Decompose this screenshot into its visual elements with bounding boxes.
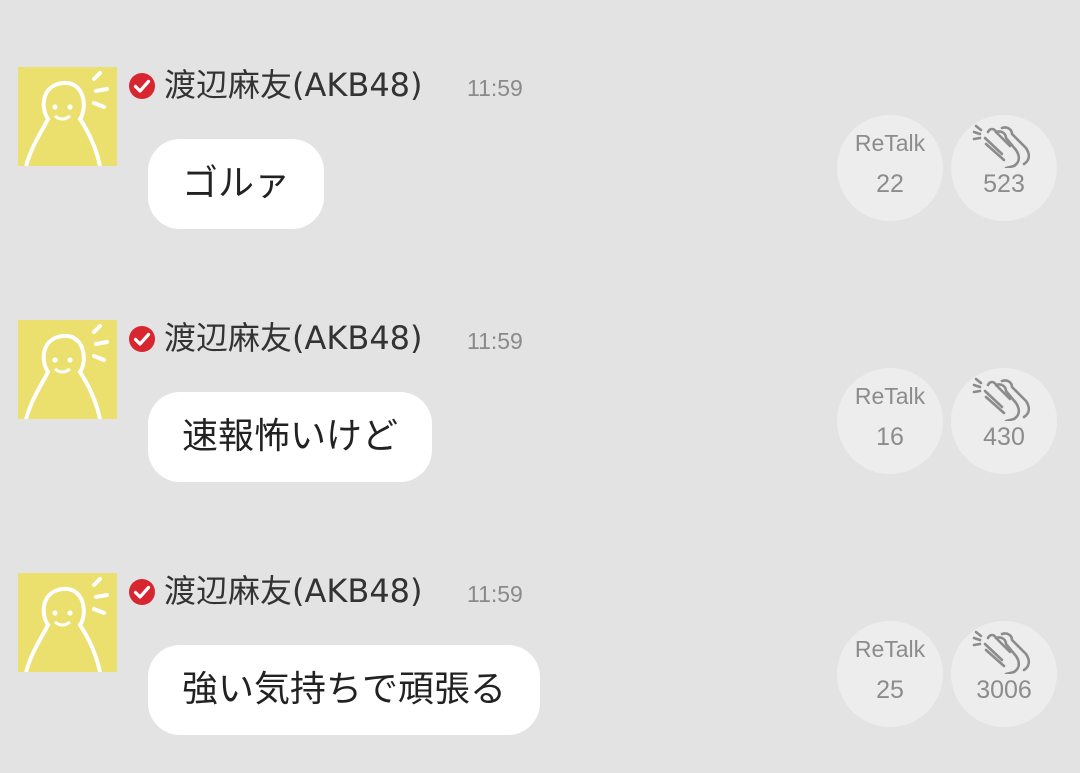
retalk-label: ReTalk [854,383,926,409]
retalk-label: ReTalk [854,636,926,662]
message-bubble[interactable]: 速報怖いけど [148,392,433,482]
author-name[interactable]: 渡辺麻友(AKB48) [164,571,423,611]
author-name[interactable]: 渡辺麻友(AKB48) [164,318,423,358]
verified-check-icon [129,579,155,605]
retalk-button[interactable]: ReTalk 22 [837,115,943,221]
timestamp: 11:59 [467,75,523,101]
clap-button[interactable]: 430 [951,368,1057,474]
message-bubble[interactable]: 強い気持ちで頑張る [148,645,541,735]
clap-icon [972,377,1031,421]
retalk-count: 16 [876,423,904,451]
avatar-figure-icon [24,71,109,166]
avatar[interactable] [18,573,117,672]
clap-button[interactable]: 523 [951,115,1057,221]
avatar-figure-icon [24,577,109,672]
clap-count: 430 [983,423,1025,451]
clap-count: 3006 [976,676,1032,704]
clap-button[interactable]: 3006 [951,621,1057,727]
retalk-label: ReTalk [854,130,926,156]
timestamp: 11:59 [467,328,523,354]
clap-icon [972,630,1031,674]
timestamp: 11:59 [467,581,523,607]
verified-check-icon [129,326,155,352]
verified-check-icon [129,73,155,99]
message-item: 渡辺麻友(AKB48) 11:59 ゴルァ ReTalk 22 523 [0,65,1080,267]
message-item: 渡辺麻友(AKB48) 11:59 速報怖いけど ReTalk 16 430 [0,318,1080,520]
clap-count: 523 [983,170,1025,198]
avatar[interactable] [18,320,117,419]
avatar-figure-icon [24,324,109,419]
author-name[interactable]: 渡辺麻友(AKB48) [164,65,423,105]
retalk-button[interactable]: ReTalk 16 [837,368,943,474]
message-bubble[interactable]: ゴルァ [148,139,325,229]
clap-icon [972,124,1031,168]
retalk-count: 25 [876,676,904,704]
avatar[interactable] [18,67,117,166]
retalk-button[interactable]: ReTalk 25 [837,621,943,727]
retalk-count: 22 [876,170,904,198]
message-item: 渡辺麻友(AKB48) 11:59 強い気持ちで頑張る ReTalk 25 30… [0,571,1080,773]
